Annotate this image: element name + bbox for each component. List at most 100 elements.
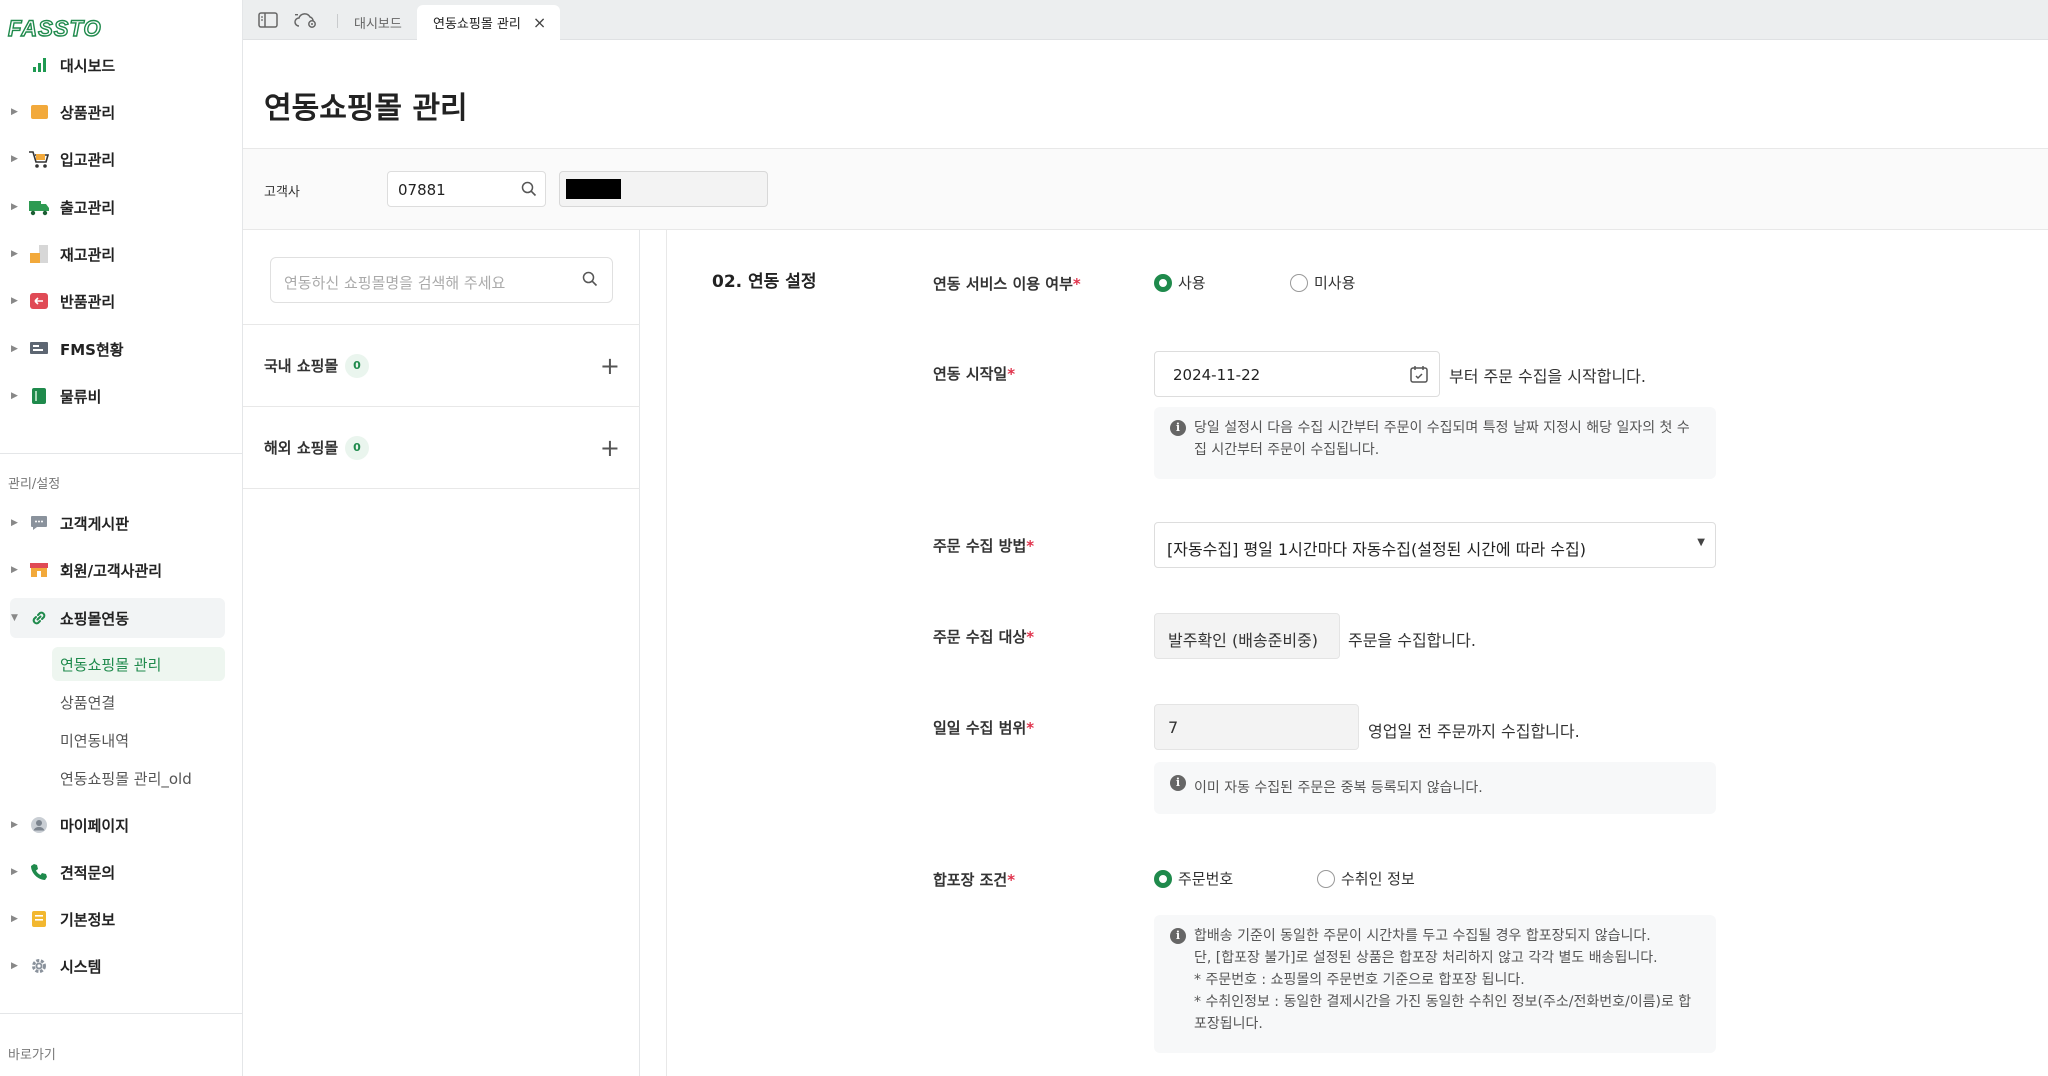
required-mark: *	[1026, 537, 1035, 555]
sidebar-item-inventory[interactable]: ▶ 재고관리	[0, 234, 225, 274]
radio-label: 수취인 정보	[1341, 870, 1415, 888]
sidebar-item-label: 기본정보	[60, 910, 116, 929]
tab-linked-mall-management[interactable]: 연동쇼핑몰 관리 ×	[417, 5, 561, 40]
mall-search-input[interactable]: 연동하신 쇼핑몰명을 검색해 주세요	[270, 257, 613, 303]
sidebar-item-label: 고객게시판	[60, 514, 130, 533]
sidebar-item-dashboard[interactable]: 대시보드	[0, 45, 225, 85]
close-icon[interactable]: ×	[533, 13, 546, 32]
submenu-linked-mall-management[interactable]: 연동쇼핑몰 관리	[52, 647, 225, 681]
note-icon	[28, 908, 50, 930]
sidebar-toggle-icon[interactable]	[257, 11, 279, 29]
info-icon: i	[1170, 928, 1186, 944]
list-item-overseas-mall[interactable]: 해외 쇼핑몰 0 +	[243, 406, 640, 488]
radio-unchecked-icon	[1290, 273, 1308, 292]
sidebar-item-inbound[interactable]: ▶ 입고관리	[0, 139, 225, 179]
info-text: 집 시간부터 주문이 수집됩니다.	[1194, 442, 1380, 458]
main-content: 연동쇼핑몰 관리 고객사 07881 연동하신 쇼핑몰명을 검색해 주세요 국내…	[243, 40, 2048, 1076]
info-icon: i	[1170, 420, 1186, 436]
sidebar-item-quote-inquiry[interactable]: ▶ 견적문의	[0, 852, 225, 892]
caret-right-icon: ▶	[11, 867, 18, 877]
submenu-linked-mall-management-old[interactable]: 연동쇼핑몰 관리_old	[52, 761, 225, 795]
required-mark: *	[1007, 365, 1016, 383]
collect-method-select[interactable]: [자동수집] 평일 1시간마다 자동수집(설정된 시간에 따라 수집) ▼	[1154, 522, 1716, 568]
collect-target-value: 발주확인 (배송준비중)	[1168, 631, 1319, 650]
cart-icon	[28, 148, 50, 170]
field-label-text: 주문 수집 대상	[933, 628, 1027, 646]
store-icon	[28, 559, 50, 581]
radio-label: 미사용	[1314, 274, 1356, 292]
sidebar-item-fms[interactable]: ▶ FMS현황	[0, 329, 225, 369]
return-icon	[28, 290, 50, 312]
sidebar-item-basic-info[interactable]: ▶ 기본정보	[0, 899, 225, 939]
sidebar-item-system[interactable]: ▶ 시스템	[0, 946, 225, 986]
tab-bar: 대시보드 연동쇼핑몰 관리 ×	[243, 0, 2048, 40]
field-label-text: 합포장 조건	[933, 871, 1008, 889]
caret-down-icon: ▼	[11, 613, 18, 623]
sidebar-item-outbound[interactable]: ▶ 출고관리	[0, 187, 225, 227]
daily-range-info: i 이미 자동 수집된 주문은 중복 등록되지 않습니다.	[1154, 762, 1716, 814]
customer-label: 고객사	[264, 185, 300, 200]
radio-order-number[interactable]: 주문번호	[1154, 868, 1233, 889]
count-badge: 0	[345, 353, 369, 378]
caret-right-icon: ▶	[11, 914, 18, 924]
radio-recipient-info[interactable]: 수취인 정보	[1317, 868, 1415, 889]
sidebar-divider	[0, 1013, 243, 1014]
user-icon	[28, 814, 50, 836]
link-icon	[28, 607, 50, 629]
required-mark: *	[1072, 275, 1081, 293]
fassto-logo[interactable]: FASSTO	[7, 15, 102, 42]
radio-use[interactable]: 사용	[1154, 272, 1206, 293]
sidebar-item-customer-board[interactable]: ▶ 고객게시판	[0, 503, 225, 543]
caret-right-icon: ▶	[11, 565, 18, 575]
caret-right-icon: ▶	[11, 518, 18, 528]
info-text: * 수취인정보 : 동일한 결제시간을 가진 동일한 수취인 정보(주소/전화번…	[1194, 994, 1692, 1010]
start-date-input[interactable]: 2024-11-22	[1154, 351, 1440, 397]
tab-label: 연동쇼핑몰 관리	[433, 17, 521, 32]
collect-target-suffix: 주문을 수집합니다.	[1348, 631, 1476, 650]
sidebar-item-logistics-cost[interactable]: ▶ 물류비	[0, 376, 225, 416]
sidebar-item-label: 입고관리	[60, 150, 116, 169]
daily-range-value: 7	[1168, 718, 1179, 737]
field-label-text: 주문 수집 방법	[933, 537, 1027, 555]
customer-code-input[interactable]: 07881	[387, 171, 546, 207]
bar-chart-icon	[28, 54, 50, 76]
cloud-settings-icon[interactable]	[293, 11, 319, 29]
sidebar-item-label: 시스템	[60, 957, 102, 976]
sidebar-item-member-management[interactable]: ▶ 회원/고객사관리	[0, 550, 225, 590]
caret-right-icon: ▶	[11, 961, 18, 971]
plus-icon[interactable]: +	[600, 352, 620, 380]
section-title: 02. 연동 설정	[712, 272, 817, 292]
sidebar-item-mypage[interactable]: ▶ 마이페이지	[0, 805, 225, 845]
radio-label: 주문번호	[1178, 870, 1234, 888]
info-text: 단, [합포장 불가]로 설정된 상품은 합포장 처리하지 않고 각각 별도 배…	[1194, 950, 1658, 966]
search-icon[interactable]	[521, 181, 537, 201]
count-badge: 0	[345, 435, 369, 460]
caret-right-icon: ▶	[11, 107, 18, 117]
sidebar-item-returns[interactable]: ▶ 반품관리	[0, 281, 225, 321]
sidebar-item-shopping-mall-link[interactable]: ▼ 쇼핑몰연동	[10, 598, 225, 638]
radio-not-use[interactable]: 미사용	[1290, 272, 1355, 293]
list-item-domestic-mall[interactable]: 국내 쇼핑몰 0 +	[243, 324, 640, 406]
sidebar-item-label: 출고관리	[60, 198, 116, 217]
sidebar-item-label: 재고관리	[60, 245, 116, 264]
submenu-unlinked-history[interactable]: 미연동내역	[52, 723, 225, 757]
field-label-collect-method: 주문 수집 방법*	[933, 535, 1034, 556]
sidebar-item-products[interactable]: ▶ 상품관리	[0, 92, 225, 132]
calendar-icon[interactable]	[1409, 364, 1429, 388]
field-label-text: 연동 서비스 이용 여부	[933, 275, 1073, 293]
sidebar-item-label: FMS현황	[60, 340, 124, 359]
tab-label: 대시보드	[354, 17, 402, 32]
search-icon[interactable]	[582, 271, 598, 291]
truck-icon	[28, 196, 50, 218]
sidebar-item-label: 회원/고객사관리	[60, 561, 163, 580]
info-text: 합배송 기준이 동일한 주문이 시간차를 두고 수집될 경우 합포장되지 않습니…	[1194, 928, 1651, 944]
plus-icon[interactable]: +	[600, 434, 620, 462]
tab-dashboard[interactable]: 대시보드	[354, 5, 402, 40]
daily-range-input[interactable]: 7	[1154, 704, 1359, 750]
caret-right-icon: ▶	[11, 344, 18, 354]
start-date-value: 2024-11-22	[1173, 366, 1261, 384]
field-label-collect-target: 주문 수집 대상*	[933, 626, 1034, 647]
submenu-product-link[interactable]: 상품연결	[52, 685, 225, 719]
field-label-service-use: 연동 서비스 이용 여부*	[933, 273, 1081, 294]
sidebar-item-label: 쇼핑몰연동	[60, 609, 130, 628]
